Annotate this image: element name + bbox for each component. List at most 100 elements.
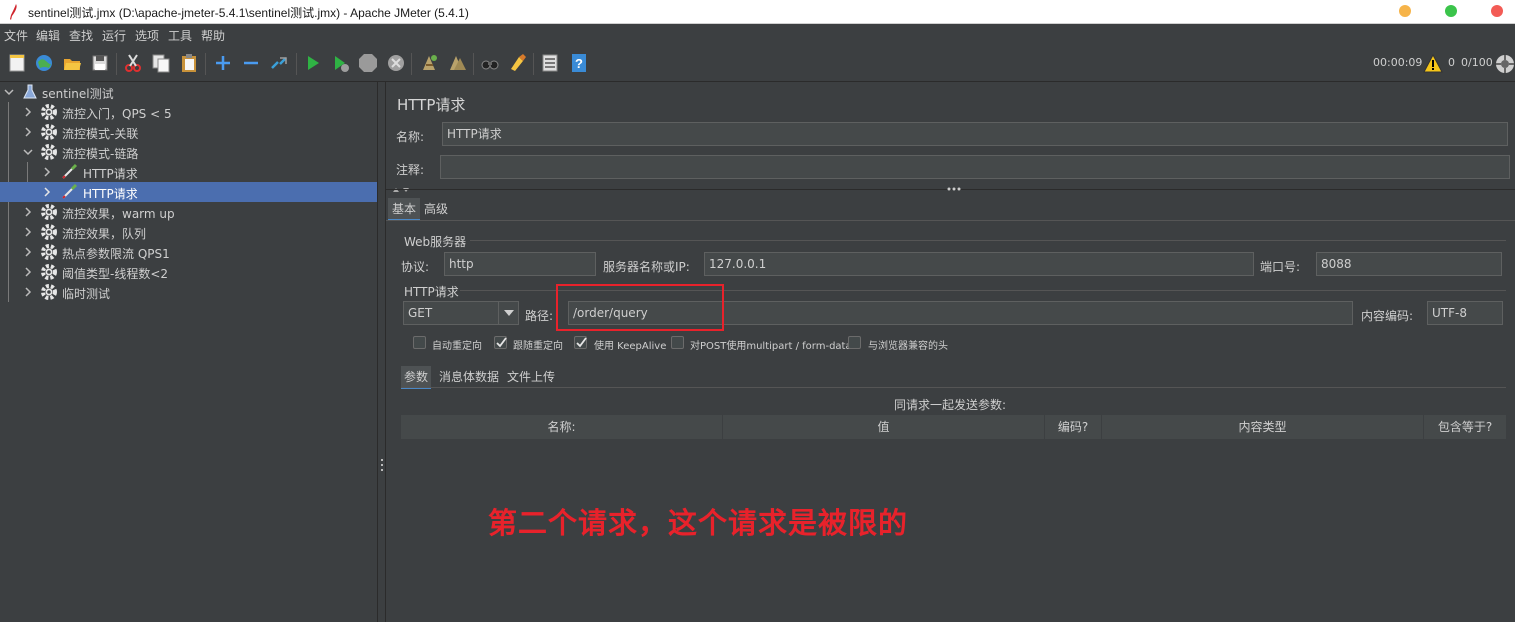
templates-icon[interactable] bbox=[34, 53, 54, 73]
svg-text:?: ? bbox=[575, 56, 583, 71]
tree-item[interactable]: HTTP请求 bbox=[0, 162, 377, 182]
chevron-down-icon[interactable] bbox=[4, 87, 14, 97]
menu-tools[interactable]: 工具 bbox=[168, 27, 192, 44]
shutdown-icon[interactable] bbox=[386, 53, 406, 73]
tree-item[interactable]: 流控效果，队列 bbox=[0, 222, 377, 242]
method-value: GET bbox=[408, 306, 433, 320]
open-icon[interactable] bbox=[62, 53, 82, 73]
highlight-box bbox=[556, 284, 724, 331]
warning-icon[interactable] bbox=[1423, 54, 1443, 74]
save-icon[interactable] bbox=[90, 53, 110, 73]
menu-file[interactable]: 文件 bbox=[4, 27, 28, 44]
split-pane-divider[interactable] bbox=[377, 82, 386, 622]
paste-icon[interactable] bbox=[179, 53, 199, 73]
clear-all-icon[interactable] bbox=[447, 53, 467, 73]
tree-item[interactable]: 流控入门，QPS < 5 bbox=[0, 102, 377, 122]
tree-root[interactable]: sentinel测试 bbox=[0, 82, 377, 102]
tree-item[interactable]: 阈值类型-线程数<2 bbox=[0, 262, 377, 282]
tab-basic[interactable]: 基本 bbox=[388, 198, 421, 221]
tree-item-label: 热点参数限流 QPS1 bbox=[62, 247, 170, 261]
browser-headers-checkbox[interactable] bbox=[848, 336, 861, 349]
follow-redirect-label: 跟随重定向 bbox=[513, 341, 563, 352]
column-include-equals[interactable]: 包含等于? bbox=[1424, 415, 1506, 439]
tab-files-upload[interactable]: 文件上传 bbox=[507, 368, 555, 385]
gear-icon bbox=[41, 244, 57, 260]
help-icon[interactable]: ? bbox=[569, 53, 589, 73]
tree-item[interactable]: 临时测试 bbox=[0, 282, 377, 302]
tab-parameters[interactable]: 参数 bbox=[401, 366, 432, 389]
chevron-right-icon[interactable] bbox=[23, 107, 33, 117]
comment-label: 注释: bbox=[396, 163, 425, 177]
keepalive-checkbox[interactable] bbox=[574, 336, 587, 349]
keepalive-label: 使用 KeepAlive bbox=[594, 341, 667, 352]
chevron-right-icon[interactable] bbox=[23, 287, 33, 297]
comment-field[interactable] bbox=[440, 155, 1510, 179]
minimize-button[interactable] bbox=[1399, 5, 1411, 17]
protocol-field[interactable]: http bbox=[444, 252, 596, 276]
new-icon[interactable] bbox=[7, 53, 27, 73]
collapse-arrows-icon[interactable] bbox=[392, 186, 412, 194]
menu-search[interactable]: 查找 bbox=[69, 27, 93, 44]
maximize-button[interactable] bbox=[1445, 5, 1457, 17]
chevron-right-icon[interactable] bbox=[23, 227, 33, 237]
warning-count: 0 bbox=[1448, 56, 1455, 69]
clear-icon[interactable] bbox=[419, 53, 439, 73]
reset-search-icon[interactable] bbox=[507, 53, 527, 73]
tab-body-data[interactable]: 消息体数据 bbox=[439, 368, 499, 385]
tab-advanced[interactable]: 高级 bbox=[424, 200, 448, 217]
copy-icon[interactable] bbox=[151, 53, 171, 73]
tree-item-label: 流控模式-关联 bbox=[62, 127, 139, 141]
chevron-right-icon[interactable] bbox=[23, 267, 33, 277]
chevron-down-icon[interactable] bbox=[23, 147, 33, 157]
tree-item-label: 流控效果，warm up bbox=[62, 207, 175, 221]
gear-icon bbox=[41, 104, 57, 120]
follow-redirect-checkbox[interactable] bbox=[494, 336, 507, 349]
drag-handle-icon[interactable] bbox=[946, 186, 962, 192]
close-button[interactable] bbox=[1491, 5, 1503, 17]
column-value[interactable]: 值 bbox=[723, 415, 1045, 439]
encoding-field[interactable]: UTF-8 bbox=[1427, 301, 1503, 325]
chevron-right-icon[interactable] bbox=[42, 187, 52, 197]
tree-item[interactable]: 流控模式-链路 bbox=[0, 142, 377, 162]
port-label: 端口号: bbox=[1260, 260, 1301, 274]
function-helper-icon[interactable] bbox=[540, 53, 560, 73]
column-name[interactable]: 名称: bbox=[401, 415, 723, 439]
toolbar-separator bbox=[205, 53, 206, 75]
chevron-right-icon[interactable] bbox=[23, 247, 33, 257]
auto-redirect-checkbox[interactable] bbox=[413, 336, 426, 349]
expand-icon[interactable] bbox=[213, 53, 233, 73]
tab-underline bbox=[386, 220, 1515, 221]
pipette-icon bbox=[62, 183, 78, 199]
menu-help[interactable]: 帮助 bbox=[201, 27, 225, 44]
checkmark-icon bbox=[496, 337, 507, 348]
name-field[interactable]: HTTP请求 bbox=[442, 122, 1508, 146]
method-dropdown-button[interactable] bbox=[498, 302, 518, 324]
stop-icon[interactable] bbox=[358, 53, 378, 73]
gear-icon bbox=[41, 204, 57, 220]
search-icon[interactable] bbox=[480, 53, 500, 73]
tree-item-selected[interactable]: HTTP请求 bbox=[0, 182, 377, 202]
toggle-icon[interactable] bbox=[269, 53, 289, 73]
checkmark-icon bbox=[576, 337, 587, 348]
chevron-right-icon[interactable] bbox=[23, 127, 33, 137]
column-content-type[interactable]: 内容类型 bbox=[1102, 415, 1424, 439]
collapse-icon[interactable] bbox=[241, 53, 261, 73]
start-no-pause-icon[interactable] bbox=[331, 53, 351, 73]
tree-item[interactable]: 流控效果，warm up bbox=[0, 202, 377, 222]
multipart-label: 对POST使用multipart / form-data bbox=[690, 341, 852, 352]
server-field[interactable]: 127.0.0.1 bbox=[704, 252, 1254, 276]
column-encode[interactable]: 编码? bbox=[1045, 415, 1102, 439]
port-field[interactable]: 8088 bbox=[1316, 252, 1502, 276]
menu-edit[interactable]: 编辑 bbox=[36, 27, 60, 44]
tree-item[interactable]: 流控模式-关联 bbox=[0, 122, 377, 142]
chevron-right-icon[interactable] bbox=[42, 167, 52, 177]
chevron-right-icon[interactable] bbox=[23, 207, 33, 217]
gear-icon bbox=[41, 124, 57, 140]
cut-icon[interactable] bbox=[123, 53, 143, 73]
tree-item[interactable]: 热点参数限流 QPS1 bbox=[0, 242, 377, 262]
start-icon[interactable] bbox=[303, 53, 323, 73]
multipart-checkbox[interactable] bbox=[671, 336, 684, 349]
menu-run[interactable]: 运行 bbox=[102, 27, 126, 44]
menu-options[interactable]: 选项 bbox=[135, 27, 159, 44]
test-plan-tree: sentinel测试 流控入门，QPS < 5 流控模式-关联 流控模式-链路 … bbox=[0, 82, 377, 622]
